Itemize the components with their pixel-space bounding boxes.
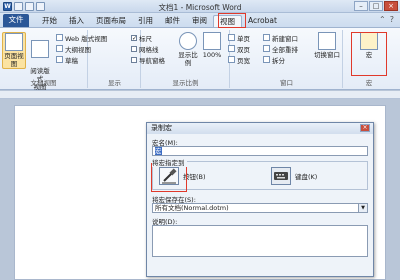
title-bar: W 文档1 - Microsoft Word – □ × — [0, 0, 400, 13]
record-macro-dialog: 录制宏 × 宏名(M): 宏 将宏指定到 按钮(B) 键盘(K) 将宏保存在(S… — [146, 122, 374, 277]
arrange-all-icon — [263, 45, 270, 52]
switch-windows-icon — [318, 32, 336, 50]
group-label-window: 窗口 — [280, 79, 293, 87]
new-window-button[interactable]: 新建窗口 — [263, 33, 298, 43]
view-tab-highlight — [218, 13, 246, 28]
switch-windows-button[interactable]: 切换窗口 — [313, 32, 341, 59]
help-icon[interactable]: ? — [390, 15, 394, 24]
ruler — [0, 91, 400, 99]
assign-macro-label: 将宏指定到 — [152, 157, 187, 167]
maximize-button[interactable]: □ — [369, 1, 383, 11]
new-window-icon — [263, 34, 270, 41]
outline-button[interactable]: 大纲视图 — [56, 44, 91, 54]
description-textarea[interactable] — [152, 225, 368, 257]
print-layout-icon — [5, 33, 23, 51]
group-zoom: 显示比例 100% 单页 双页 页宽 显示比例 — [142, 30, 250, 88]
split-button[interactable]: 拆分 — [263, 55, 285, 65]
close-button[interactable]: × — [384, 1, 398, 11]
tab-page-layout[interactable]: 页面布局 — [90, 15, 132, 27]
ruler-check-icon: ✓ — [131, 34, 138, 42]
group-label-show: 显示 — [108, 79, 121, 87]
draft-icon — [56, 56, 63, 63]
minimize-button[interactable]: – — [354, 1, 368, 11]
ribbon-tab-bar: 文件 开始 插入 页面布局 引用 邮件 审阅 视图 Acrobat ⌃ ? — [0, 13, 400, 28]
zoom-100-icon — [203, 32, 221, 50]
assign-keyboard-option[interactable]: 键盘(K) — [271, 165, 317, 187]
tab-home[interactable]: 开始 — [36, 15, 63, 27]
tab-references[interactable]: 引用 — [132, 15, 159, 27]
group-label-zoom: 显示比例 — [172, 79, 199, 87]
dialog-close-button[interactable]: × — [360, 124, 370, 132]
keyboard-icon — [271, 167, 291, 185]
minimize-ribbon-icon[interactable]: ⌃ — [379, 15, 386, 24]
group-label-macros: 宏 — [365, 79, 373, 87]
print-layout-button[interactable]: 页面视图 — [2, 32, 26, 69]
tab-file[interactable]: 文件 — [3, 14, 29, 27]
outline-icon — [56, 45, 63, 52]
ribbon: 页面视图 阅读版式 视图 Web 版式视图 大纲视图 草稿 文档视图 ✓ 标尺 … — [0, 28, 400, 91]
group-show: ✓ 标尺 网格线 导航窗格 显示 — [89, 30, 165, 88]
tab-acrobat[interactable]: Acrobat — [242, 15, 283, 27]
tab-review[interactable]: 审阅 — [186, 15, 213, 27]
dialog-title: 录制宏 — [147, 123, 373, 134]
group-window: 新建窗口 全部重排 拆分 切换窗口 窗口 — [231, 30, 343, 88]
window-controls: – □ × — [354, 1, 398, 11]
arrange-all-button[interactable]: 全部重排 — [263, 44, 298, 54]
draft-button[interactable]: 草稿 — [56, 55, 78, 65]
zoom-button[interactable]: 显示比例 — [176, 32, 200, 67]
store-macro-select[interactable]: 所有文档(Normal.dotm) ▼ — [152, 203, 368, 213]
ribbon-right-controls: ⌃ ? — [379, 15, 394, 24]
group-document-views: 页面视图 阅读版式 视图 Web 版式视图 大纲视图 草稿 文档视图 — [0, 30, 107, 91]
zoom-100-button[interactable]: 100% — [200, 32, 224, 59]
macro-name-input[interactable]: 宏 — [152, 146, 368, 156]
full-screen-reading-icon — [31, 40, 49, 58]
chevron-down-icon: ▼ — [358, 204, 367, 212]
magnifier-icon — [179, 32, 197, 50]
web-layout-icon — [56, 34, 63, 41]
macros-highlight — [351, 32, 387, 76]
split-icon — [263, 56, 270, 63]
window-title: 文档1 - Microsoft Word — [158, 3, 242, 12]
button-option-highlight — [151, 163, 187, 192]
tab-mailings[interactable]: 邮件 — [159, 15, 186, 27]
group-label-document-views: 文档视图 — [30, 79, 57, 87]
tab-insert[interactable]: 插入 — [63, 15, 90, 27]
dialog-body: 宏名(M): 宏 将宏指定到 按钮(B) 键盘(K) 将宏保存在(S): 所有文… — [147, 134, 373, 276]
